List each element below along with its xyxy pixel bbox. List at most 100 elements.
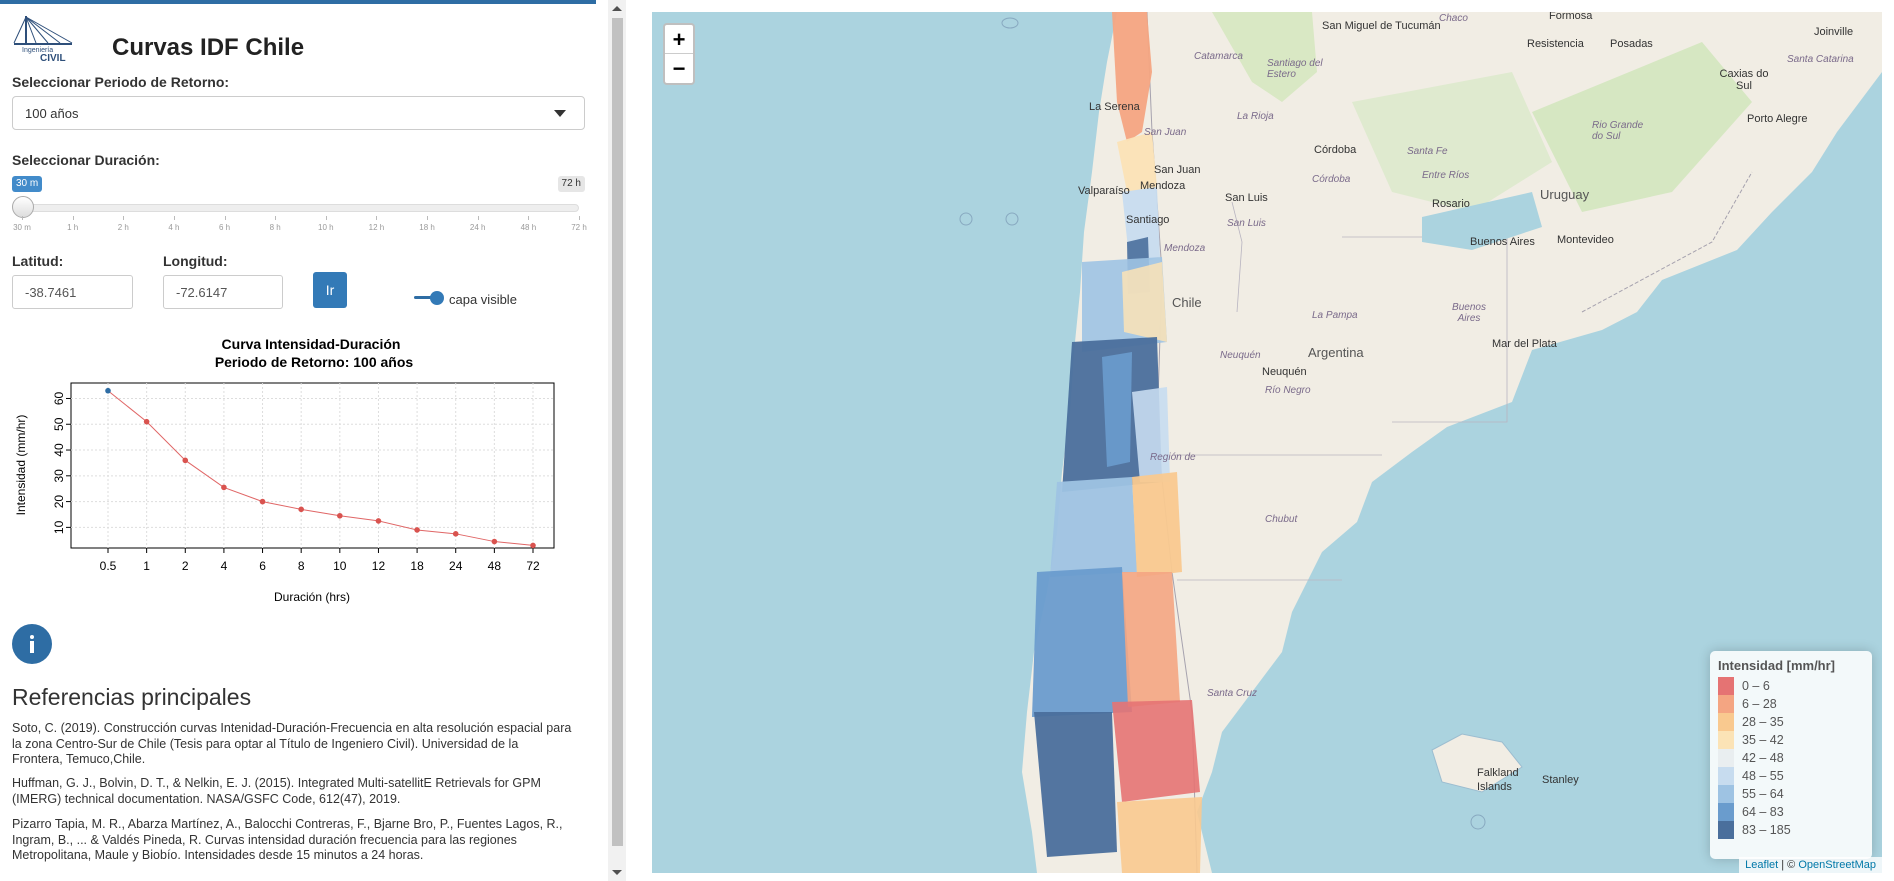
- map-label-santa-catarina: Santa Catarina: [1787, 54, 1854, 65]
- slider-tick: [528, 216, 530, 220]
- data-point: [491, 538, 498, 545]
- raster-band-35-42: [1122, 262, 1167, 342]
- map-label-santa-cruz: Santa Cruz: [1207, 688, 1258, 699]
- return-period-select[interactable]: 100 años: [12, 96, 585, 130]
- slider-tick: [579, 216, 580, 220]
- x-tick-label: 4: [221, 559, 228, 573]
- data-point: [259, 498, 266, 505]
- raster-band-83-185: [1034, 712, 1117, 857]
- reference-item: Pizarro Tapia, M. R., Abarza Martínez, A…: [12, 817, 563, 862]
- reference-item: Soto, C. (2019). Construcción curvas Int…: [12, 721, 572, 766]
- chart-y-label: Intensidad (mm/hr): [14, 415, 28, 516]
- legend-item: 6 – 28: [1718, 695, 1864, 713]
- x-tick-label: 8: [298, 559, 305, 573]
- toggle-knob: [430, 291, 444, 305]
- map-label-porto-alegre: Porto Alegre: [1747, 113, 1808, 125]
- legend-item: 83 – 185: [1718, 821, 1864, 839]
- duration-slider[interactable]: 30 m 72 h 30 m 1 h 2 h 4 h 6 h 8 h 10 h 12 h 18 …: [12, 172, 587, 234]
- legend-label: 48 – 55: [1742, 769, 1784, 783]
- latitude-input[interactable]: -38.7461: [12, 275, 133, 309]
- sidebar-scrollbar[interactable]: [608, 0, 626, 881]
- map-label-stanley: Stanley: [1542, 774, 1579, 786]
- data-point: [298, 506, 304, 513]
- raster-band-64-83: [1102, 352, 1132, 467]
- scroll-up-icon[interactable]: [612, 6, 622, 11]
- top-accent-bar: [0, 0, 596, 4]
- scrollbar-thumb[interactable]: [612, 18, 623, 846]
- legend-item: 35 – 42: [1718, 731, 1864, 749]
- info-button[interactable]: [12, 624, 52, 664]
- intensity-map[interactable]: + − San Miguel de Tucumán Formosa Chaco …: [652, 12, 1882, 873]
- legend-label: 0 – 6: [1742, 679, 1770, 693]
- legend-title: Intensidad [mm/hr]: [1718, 658, 1836, 673]
- map-label-rosario: Rosario: [1432, 198, 1470, 210]
- slider-tick-label: 6 h: [218, 223, 231, 232]
- map-label-buenos-aires-region: Buenos Aires: [1452, 302, 1486, 324]
- info-icon: [30, 635, 34, 639]
- raster-band-6-28: [1112, 12, 1152, 142]
- slider-tick: [275, 216, 277, 220]
- x-tick-label: 10: [333, 559, 347, 573]
- legend-swatch: [1718, 785, 1734, 803]
- y-tick-label: 40: [52, 443, 66, 457]
- map-label-san-juan-region: San Juan: [1144, 127, 1187, 138]
- y-tick-label: 60: [52, 391, 66, 405]
- slider-value-badge: 30 m: [12, 176, 43, 192]
- map-label-san-luis-region: San Luis: [1227, 218, 1266, 229]
- slider-tick-label: 12 h: [368, 223, 385, 232]
- return-period-selected-value: 100 años: [25, 106, 79, 121]
- layer-visible-label: capa visible: [449, 292, 517, 307]
- slider-tick: [224, 216, 226, 220]
- info-icon-stem: [30, 641, 34, 653]
- leaflet-link[interactable]: Leaflet: [1745, 859, 1778, 871]
- slider-tick: [123, 216, 125, 220]
- reference-item: Huffman, G. J., Bolvin, D. T., & Nelkin,…: [12, 776, 541, 806]
- map-label-tucuman: San Miguel de Tucumán: [1322, 20, 1441, 32]
- scroll-down-icon[interactable]: [612, 870, 622, 875]
- map-label-catamarca: Catamarca: [1194, 51, 1243, 62]
- zoom-in-button[interactable]: +: [665, 25, 693, 54]
- slider-track[interactable]: [20, 204, 579, 212]
- y-tick-label: 10: [52, 520, 66, 534]
- legend-swatch: [1718, 803, 1734, 821]
- raster-band-6-28: [1122, 572, 1180, 707]
- legend-label: 6 – 28: [1742, 697, 1777, 711]
- map-label-posadas: Posadas: [1610, 38, 1653, 50]
- longitude-input[interactable]: -72.6147: [163, 275, 283, 309]
- return-period-label: Seleccionar Periodo de Retorno:: [12, 74, 230, 90]
- slider-tick-label: 30 m: [13, 223, 31, 232]
- go-button[interactable]: Ir: [313, 272, 347, 308]
- raster-band-28-35: [1117, 797, 1202, 873]
- map-label-mendoza-city: Mendoza: [1140, 180, 1186, 192]
- map-label-san-juan: San Juan: [1154, 164, 1201, 176]
- duration-label: Seleccionar Duración:: [12, 152, 160, 168]
- legend-label: 35 – 42: [1742, 733, 1784, 747]
- map-label-argentina: Argentina: [1308, 345, 1364, 360]
- zoom-out-button[interactable]: −: [665, 54, 693, 83]
- y-tick-label: 30: [52, 469, 66, 483]
- layer-visible-toggle[interactable]: [414, 291, 444, 305]
- chart-title: Curva Intensidad-Duración: [222, 336, 401, 352]
- app-title: Curvas IDF Chile: [112, 34, 305, 61]
- legend-swatch: [1718, 749, 1734, 767]
- map-label-chile: Chile: [1172, 295, 1202, 310]
- openstreetmap-link[interactable]: OpenStreetMap: [1798, 859, 1876, 871]
- map-label-montevideo: Montevideo: [1557, 234, 1614, 246]
- legend-swatch: [1718, 677, 1734, 695]
- slider-tick-label: 8 h: [269, 223, 281, 232]
- raster-band-28-35: [1132, 472, 1182, 577]
- map-label-santiago: Santiago: [1126, 214, 1170, 226]
- legend-item: 55 – 64: [1718, 785, 1864, 803]
- legend-label: 55 – 64: [1742, 787, 1784, 801]
- data-point: [452, 531, 459, 537]
- map-label-mendoza-region: Mendoza: [1164, 243, 1206, 254]
- slider-handle[interactable]: [12, 196, 34, 218]
- x-tick-label: 48: [488, 559, 502, 573]
- chevron-down-icon: [554, 110, 566, 117]
- legend-label: 42 – 48: [1742, 751, 1784, 765]
- slider-tick: [376, 216, 378, 220]
- chart-subtitle: Periodo de Retorno: 100 años: [215, 354, 414, 370]
- x-tick-label: 1: [143, 559, 150, 573]
- legend-swatch: [1718, 695, 1734, 713]
- slider-tick: [477, 216, 479, 220]
